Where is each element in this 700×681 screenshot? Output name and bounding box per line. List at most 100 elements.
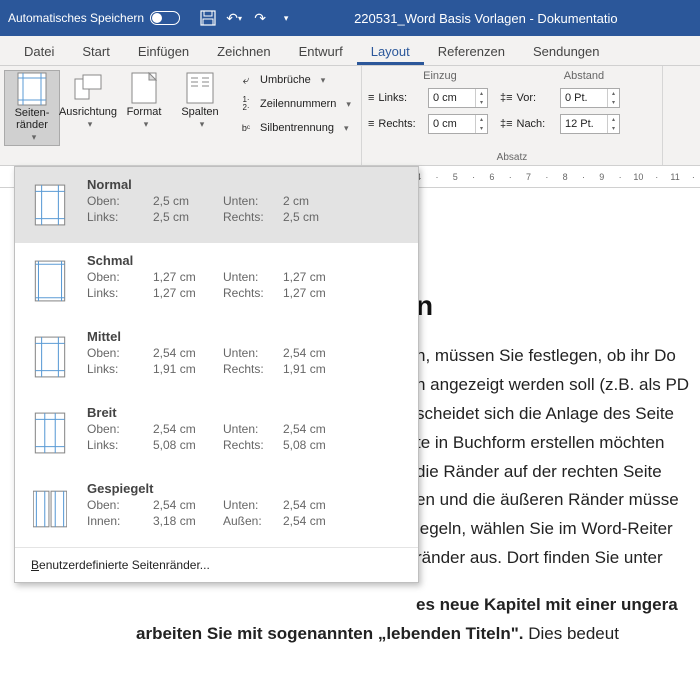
page-setup-group: Seiten- ränder ▾ Ausrichtung ▾ Format ▾ <box>0 66 362 165</box>
spacing-before-input[interactable]: 0 Pt.▴▾ <box>560 88 620 108</box>
body-line: iegeln, wählen Sie im Word-Reiter <box>416 515 700 544</box>
chevron-down-icon: ▾ <box>346 99 351 110</box>
tab-datei[interactable]: Datei <box>10 38 68 65</box>
preset-title: Schmal <box>87 253 406 268</box>
ruler-mark: 9 <box>595 172 608 182</box>
breaks-label: Umbrüche <box>260 74 311 86</box>
margin-preset-icon <box>27 253 73 309</box>
ruler-mark: 10 <box>632 172 645 182</box>
spacing-before-label: ‡≡Vor: <box>500 92 556 104</box>
body-line: ränder aus. Dort finden Sie unter <box>416 544 700 573</box>
preset-field-label: Rechts: <box>223 286 283 300</box>
margin-preset-gespiegelt[interactable]: GespiegeltOben:2,54 cmUnten:2,54 cmInnen… <box>15 471 418 547</box>
preset-field-label: Links: <box>87 438 153 452</box>
ruler-mark: 5 <box>449 172 462 182</box>
preset-field-label: Innen: <box>87 514 153 528</box>
preset-field-label: Oben: <box>87 498 153 512</box>
breaks-button[interactable]: ⤶ Umbrüche ▾ <box>232 70 357 90</box>
size-icon <box>128 72 160 104</box>
indent-left-input[interactable]: 0 cm▴▾ <box>428 88 488 108</box>
columns-icon <box>184 72 216 104</box>
custom-margins-button[interactable]: Benutzerdefinierte Seitenränder... <box>15 547 418 582</box>
preset-field-value: 2,54 cm <box>153 498 223 512</box>
ribbon: Seiten- ränder ▾ Ausrichtung ▾ Format ▾ <box>0 66 700 166</box>
spacing-after-icon: ‡≡ <box>500 118 513 130</box>
toggle-switch-icon[interactable] <box>150 11 180 25</box>
preset-field-label: Rechts: <box>223 438 283 452</box>
margin-preset-mittel[interactable]: MittelOben:2,54 cmUnten:2,54 cmLinks:1,9… <box>15 319 418 395</box>
tab-zeichnen[interactable]: Zeichnen <box>203 38 284 65</box>
preset-title: Gespiegelt <box>87 481 406 496</box>
preset-field-value: 2,5 cm <box>153 210 223 224</box>
chevron-down-icon: ▾ <box>32 133 37 143</box>
size-label: Format <box>127 106 162 118</box>
preset-title: Mittel <box>87 329 406 344</box>
line-numbers-button[interactable]: 1·2· Zeilennummern ▾ <box>232 94 357 114</box>
preset-field-value: 2,54 cm <box>283 498 343 512</box>
chevron-down-icon: ▾ <box>200 120 205 130</box>
spinner-icon[interactable]: ▴▾ <box>475 115 487 133</box>
indent-left-label: ≡Links: <box>368 92 424 104</box>
title-bar: Automatisches Speichern ↶▾ ↷ ▾ 220531_Wo… <box>0 0 700 36</box>
save-icon[interactable] <box>200 10 216 26</box>
orientation-label: Ausrichtung <box>59 106 117 118</box>
preset-field-label: Oben: <box>87 422 153 436</box>
body-line: scheidet sich die Anlage des Seite <box>416 400 700 429</box>
margin-preset-normal[interactable]: NormalOben:2,5 cmUnten:2 cmLinks:2,5 cmR… <box>15 167 418 243</box>
indent-right-label: ≡Rechts: <box>368 118 424 130</box>
margin-preset-icon <box>27 481 73 537</box>
body-line: n angezeigt werden soll (z.B. als PD <box>416 371 700 400</box>
tab-einfügen[interactable]: Einfügen <box>124 38 203 65</box>
spacing-header: Abstand <box>512 70 656 82</box>
qat-dropdown-icon[interactable]: ▾ <box>278 10 294 26</box>
chevron-down-icon: ▾ <box>144 120 149 130</box>
ruler-mark: · <box>577 172 590 182</box>
tab-start[interactable]: Start <box>68 38 123 65</box>
body-line: en und die äußeren Ränder müsse <box>416 486 700 515</box>
spinner-icon[interactable]: ▴▾ <box>475 89 487 107</box>
size-button[interactable]: Format ▾ <box>116 70 172 132</box>
preset-field-value: 3,18 cm <box>153 514 223 528</box>
tab-layout[interactable]: Layout <box>357 38 424 65</box>
tab-sendungen[interactable]: Sendungen <box>519 38 614 65</box>
undo-icon[interactable]: ↶▾ <box>226 10 242 26</box>
document-title: 220531_Word Basis Vorlagen - Dokumentati… <box>354 11 618 26</box>
preset-field-value: 1,27 cm <box>153 286 223 300</box>
preset-field-value: 1,91 cm <box>283 362 343 376</box>
margins-button[interactable]: Seiten- ränder ▾ <box>4 70 60 146</box>
spinner-icon[interactable]: ▴▾ <box>607 89 619 107</box>
preset-field-label: Oben: <box>87 194 153 208</box>
paragraph-group-label: Absatz <box>368 152 656 165</box>
body-line: te in Buchform erstellen möchten <box>416 429 700 458</box>
paragraph-group: Einzug Abstand ≡Links: 0 cm▴▾ ‡≡Vor: 0 P… <box>362 66 663 165</box>
chevron-down-icon: ▾ <box>88 120 93 130</box>
preset-field-label: Unten: <box>223 498 283 512</box>
ruler-mark: 7 <box>522 172 535 182</box>
indent-right-input[interactable]: 0 cm▴▾ <box>428 114 488 134</box>
preset-field-label: Unten: <box>223 194 283 208</box>
preset-field-label: Links: <box>87 210 153 224</box>
line-numbers-icon: 1·2· <box>238 96 254 112</box>
ruler-mark: · <box>504 172 517 182</box>
indent-left-icon: ≡ <box>368 92 374 104</box>
tab-referenzen[interactable]: Referenzen <box>424 38 519 65</box>
orientation-button[interactable]: Ausrichtung ▾ <box>60 70 116 132</box>
margin-preset-schmal[interactable]: SchmalOben:1,27 cmUnten:1,27 cmLinks:1,2… <box>15 243 418 319</box>
ruler-mark: · <box>687 172 700 182</box>
indent-right-icon: ≡ <box>368 118 374 130</box>
preset-field-label: Oben: <box>87 346 153 360</box>
body-line: die Ränder auf der rechten Seite <box>416 458 700 487</box>
redo-icon[interactable]: ↷ <box>252 10 268 26</box>
spacing-after-input[interactable]: 12 Pt.▴▾ <box>560 114 620 134</box>
spinner-icon[interactable]: ▴▾ <box>607 115 619 133</box>
hyphenation-button[interactable]: bᶜ Silbentrennung ▾ <box>232 118 357 138</box>
preset-field-value: 2,54 cm <box>153 422 223 436</box>
preset-field-label: Unten: <box>223 346 283 360</box>
tab-entwurf[interactable]: Entwurf <box>285 38 357 65</box>
spacing-after-label: ‡≡Nach: <box>500 118 556 130</box>
preset-title: Breit <box>87 405 406 420</box>
autosave-toggle[interactable]: Automatisches Speichern <box>8 11 180 25</box>
columns-button[interactable]: Spalten ▾ <box>172 70 228 132</box>
margin-preset-breit[interactable]: BreitOben:2,54 cmUnten:2,54 cmLinks:5,08… <box>15 395 418 471</box>
columns-label: Spalten <box>181 106 218 118</box>
